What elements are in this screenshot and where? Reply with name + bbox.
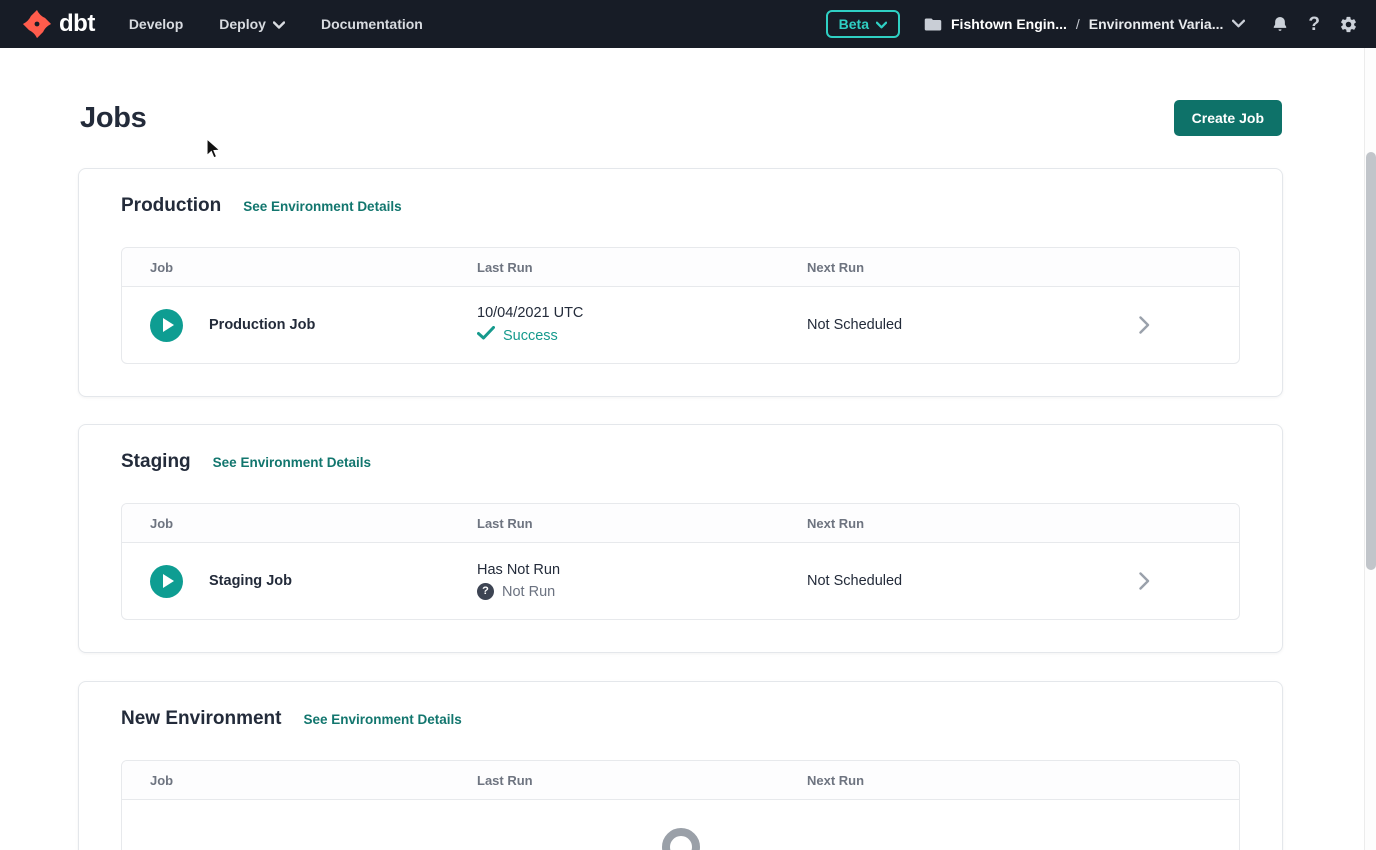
help-icon-glyph: ?: [1308, 15, 1320, 34]
jobs-table-header: Job Last Run Next Run: [122, 761, 1239, 800]
job-cell: Staging Job: [122, 565, 477, 598]
column-header-last-run: Last Run: [477, 260, 807, 275]
chevron-down-icon[interactable]: [1232, 15, 1245, 33]
environment-card-header: Staging See Environment Details: [121, 451, 1240, 473]
nav-item-documentation-label: Documentation: [321, 16, 423, 32]
not-run-question-icon: ?: [477, 583, 494, 600]
column-header-job: Job: [122, 260, 477, 275]
breadcrumb-project[interactable]: Environment Varia...: [1089, 16, 1224, 32]
nav-item-deploy-label: Deploy: [219, 16, 266, 32]
nav-utility-icons: ?: [1271, 15, 1358, 34]
page-header: Jobs Create Job: [80, 100, 1282, 136]
chevron-down-icon: [876, 16, 887, 32]
status-label: Success: [503, 328, 558, 344]
dbt-logo-icon: [22, 9, 52, 39]
nav-item-develop-label: Develop: [129, 16, 183, 32]
run-job-play-button[interactable]: [150, 565, 183, 598]
last-run-date: Has Not Run: [477, 562, 807, 578]
column-header-next-run: Next Run: [807, 516, 1139, 531]
top-navbar: dbt Develop Deploy Documentation Beta: [0, 0, 1376, 48]
chevron-down-icon: [273, 16, 285, 32]
success-check-icon: [477, 326, 495, 345]
breadcrumb-separator: /: [1076, 16, 1080, 32]
last-run-cell: 10/04/2021 UTC Success: [477, 305, 807, 345]
next-run-cell: Not Scheduled: [807, 573, 1139, 589]
job-row-production[interactable]: Production Job 10/04/2021 UTC Success No…: [122, 287, 1239, 363]
environment-name: Production: [121, 195, 221, 217]
nav-item-develop[interactable]: Develop: [129, 16, 183, 32]
chevron-right-icon[interactable]: [1139, 316, 1239, 334]
jobs-table: Job Last Run Next Run Production Job 10/…: [121, 247, 1240, 364]
create-job-button[interactable]: Create Job: [1174, 100, 1282, 136]
environment-card-new-environment: New Environment See Environment Details …: [78, 681, 1283, 850]
column-header-next-run: Next Run: [807, 773, 1139, 788]
environment-card-staging: Staging See Environment Details Job Last…: [78, 424, 1283, 653]
empty-state-help-icon: [662, 828, 700, 850]
settings-gear-icon[interactable]: [1339, 15, 1358, 34]
last-run-cell: Has Not Run ? Not Run: [477, 562, 807, 600]
jobs-table: Job Last Run Next Run: [121, 760, 1240, 850]
jobs-page: dbt Develop Deploy Documentation Beta: [0, 0, 1376, 850]
jobs-table-header: Job Last Run Next Run: [122, 504, 1239, 543]
beta-label: Beta: [839, 16, 869, 32]
dbt-logo[interactable]: dbt: [22, 9, 95, 39]
job-name[interactable]: Production Job: [209, 317, 315, 333]
environment-name: New Environment: [121, 708, 281, 730]
main-content: Jobs Create Job Production See Environme…: [0, 48, 1364, 850]
chevron-right-icon[interactable]: [1139, 572, 1239, 590]
dbt-logo-text: dbt: [59, 10, 95, 38]
play-icon: [163, 318, 174, 332]
column-header-job: Job: [122, 773, 477, 788]
scrollbar-thumb[interactable]: [1366, 152, 1376, 570]
job-cell: Production Job: [122, 309, 477, 342]
column-header-job: Job: [122, 516, 477, 531]
see-environment-details-link[interactable]: See Environment Details: [243, 199, 401, 214]
nav-item-deploy[interactable]: Deploy: [219, 16, 285, 32]
breadcrumb: Fishtown Engin... / Environment Varia...: [924, 15, 1245, 33]
column-header-last-run: Last Run: [477, 773, 807, 788]
environment-name: Staging: [121, 451, 191, 473]
nav-item-documentation[interactable]: Documentation: [321, 16, 423, 32]
folder-icon: [924, 17, 942, 32]
environment-card-production: Production See Environment Details Job L…: [78, 168, 1283, 397]
last-run-status: Success: [477, 326, 807, 345]
notifications-bell-icon[interactable]: [1271, 15, 1289, 34]
scrollbar-track[interactable]: [1364, 48, 1376, 850]
run-job-play-button[interactable]: [150, 309, 183, 342]
see-environment-details-link[interactable]: See Environment Details: [303, 712, 461, 727]
environment-card-header: Production See Environment Details: [121, 195, 1240, 217]
job-row-staging[interactable]: Staging Job Has Not Run ? Not Run Not Sc…: [122, 543, 1239, 619]
column-header-next-run: Next Run: [807, 260, 1139, 275]
last-run-status: ? Not Run: [477, 583, 807, 600]
next-run-cell: Not Scheduled: [807, 317, 1139, 333]
last-run-date: 10/04/2021 UTC: [477, 305, 807, 321]
primary-nav: Develop Deploy Documentation: [129, 16, 423, 32]
jobs-table: Job Last Run Next Run Staging Job Has No…: [121, 503, 1240, 620]
job-name[interactable]: Staging Job: [209, 573, 292, 589]
status-label: Not Run: [502, 584, 555, 600]
column-header-last-run: Last Run: [477, 516, 807, 531]
empty-jobs-state: [122, 800, 1239, 850]
jobs-table-header: Job Last Run Next Run: [122, 248, 1239, 287]
page-title: Jobs: [80, 102, 147, 135]
beta-dropdown[interactable]: Beta: [826, 10, 900, 38]
play-icon: [163, 574, 174, 588]
breadcrumb-account[interactable]: Fishtown Engin...: [951, 16, 1067, 32]
environment-card-header: New Environment See Environment Details: [121, 708, 1240, 730]
help-icon[interactable]: ?: [1308, 15, 1320, 34]
see-environment-details-link[interactable]: See Environment Details: [213, 455, 371, 470]
